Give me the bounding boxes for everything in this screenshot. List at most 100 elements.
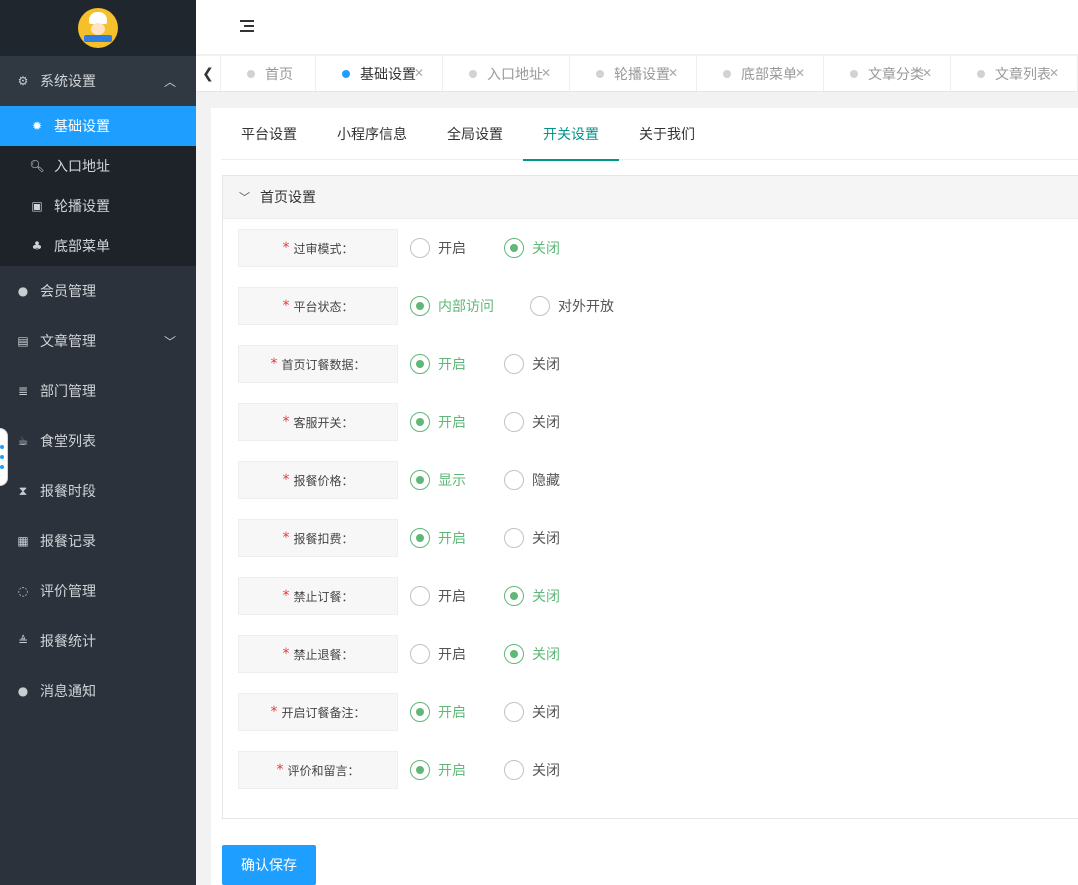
save-button[interactable]: 确认保存 bbox=[222, 845, 316, 885]
setting-label-text: 开启订餐备注： bbox=[281, 705, 366, 720]
setting-label-text: 首页订餐数据： bbox=[281, 357, 366, 372]
subtab-miniprogram[interactable]: 小程序信息 bbox=[317, 108, 427, 160]
radio-label: 开启 bbox=[438, 589, 466, 605]
panel-header[interactable]: ﹀ 首页设置 bbox=[223, 176, 1078, 219]
tab-label: 底部菜单 bbox=[741, 67, 797, 83]
sidebar-item-articles[interactable]: ▤ 文章管理 ﹀ bbox=[0, 316, 196, 366]
radio-option[interactable]: 关闭 bbox=[504, 760, 562, 780]
sidebar-item-meal-stats[interactable]: ≜ 报餐统计 bbox=[0, 616, 196, 666]
setting-row: * 客服开关： 开启 关闭 bbox=[238, 403, 572, 441]
radio-circle-icon bbox=[504, 238, 524, 258]
radio-option[interactable]: 对外开放 bbox=[530, 296, 614, 316]
radio-label: 内部访问 bbox=[438, 299, 494, 315]
sidebar-subitem-bottom-menu[interactable]: ♣ 底部菜单 bbox=[0, 226, 196, 266]
close-icon[interactable]: ✕ bbox=[795, 66, 805, 80]
radio-circle-icon bbox=[410, 238, 430, 258]
subtab-about[interactable]: 关于我们 bbox=[619, 108, 715, 160]
tab-article-list[interactable]: 文章列表 ✕ bbox=[951, 56, 1078, 91]
chevron-left-icon[interactable]: ❮ bbox=[196, 56, 221, 91]
sidebar-item-label: 报餐记录 bbox=[40, 534, 96, 550]
sidebar-item-canteens[interactable]: ☕︎ 食堂列表 bbox=[0, 416, 196, 466]
subtab-switches[interactable]: 开关设置 bbox=[523, 108, 619, 161]
table-icon: ▦ bbox=[17, 534, 29, 548]
radio-option[interactable]: 关闭 bbox=[504, 238, 562, 258]
subtab-platform[interactable]: 平台设置 bbox=[221, 108, 317, 160]
radio-option[interactable]: 关闭 bbox=[504, 586, 562, 606]
sidebar-item-label: 消息通知 bbox=[40, 684, 96, 700]
radio-option[interactable]: 开启 bbox=[410, 528, 468, 548]
tab-label: 文章列表 bbox=[995, 67, 1051, 83]
radio-option[interactable]: 开启 bbox=[410, 238, 468, 258]
cup-icon: ☕︎ bbox=[17, 434, 29, 448]
sidebar-item-reviews[interactable]: ◌ 评价管理 bbox=[0, 566, 196, 616]
radio-option[interactable]: 开启 bbox=[410, 702, 468, 722]
radio-label: 开启 bbox=[438, 357, 466, 373]
tab-bottom-menu[interactable]: 底部菜单 ✕ bbox=[697, 56, 824, 91]
chevron-down-icon: ﹀ bbox=[163, 335, 176, 349]
setting-label-text: 报餐扣费： bbox=[293, 531, 354, 546]
radio-circle-icon bbox=[504, 528, 524, 548]
sidebar-item-meal-periods[interactable]: ⧗ 报餐时段 bbox=[0, 466, 196, 516]
sidebar-item-system-settings[interactable]: ⚙ 系统设置 ︿ bbox=[0, 56, 196, 106]
radio-option[interactable]: 隐藏 bbox=[504, 470, 562, 490]
tab-carousel[interactable]: 轮播设置 ✕ bbox=[570, 56, 697, 91]
panel-title: 首页设置 bbox=[260, 190, 316, 206]
radio-option[interactable]: 开启 bbox=[410, 644, 468, 664]
close-icon[interactable]: ✕ bbox=[922, 66, 932, 80]
tab-article-categories[interactable]: 文章分类 ✕ bbox=[824, 56, 951, 91]
tab-dot bbox=[342, 70, 350, 78]
sitemap-icon: ♣ bbox=[31, 239, 43, 253]
radio-label: 关闭 bbox=[532, 647, 560, 663]
close-icon[interactable]: ✕ bbox=[1049, 66, 1059, 80]
close-icon[interactable]: ✕ bbox=[414, 66, 424, 80]
close-icon[interactable]: ✕ bbox=[668, 66, 678, 80]
sidebar-item-label: 食堂列表 bbox=[40, 434, 96, 450]
subtab-global[interactable]: 全局设置 bbox=[427, 108, 523, 160]
close-icon[interactable]: ✕ bbox=[541, 66, 551, 80]
sidebar-item-departments[interactable]: ≣ 部门管理 bbox=[0, 366, 196, 416]
radio-option[interactable]: 关闭 bbox=[504, 644, 562, 664]
sidebar-item-meal-records[interactable]: ▦ 报餐记录 bbox=[0, 516, 196, 566]
radio-label: 关闭 bbox=[532, 531, 560, 547]
sidebar-item-label: 报餐统计 bbox=[40, 634, 96, 650]
sidebar-item-members[interactable]: ● 会员管理 bbox=[0, 266, 196, 316]
radio-circle-icon bbox=[410, 586, 430, 606]
radio-option[interactable]: 开启 bbox=[410, 586, 468, 606]
radio-option[interactable]: 关闭 bbox=[504, 528, 562, 548]
logo[interactable] bbox=[78, 8, 118, 48]
side-drawer-handle[interactable] bbox=[0, 428, 8, 486]
required-mark: * bbox=[282, 414, 290, 430]
radio-option[interactable]: 显示 bbox=[410, 470, 468, 490]
radio-option[interactable]: 关闭 bbox=[504, 354, 562, 374]
radio-circle-icon bbox=[530, 296, 550, 316]
menu-toggle-icon[interactable] bbox=[240, 20, 254, 32]
radio-option[interactable]: 开启 bbox=[410, 760, 468, 780]
sidebar-subitem-entry-address[interactable]: 🔍︎ 入口地址 bbox=[0, 146, 196, 186]
radio-option[interactable]: 内部访问 bbox=[410, 296, 494, 316]
comment-icon: ◌ bbox=[17, 584, 29, 598]
top-header bbox=[196, 0, 1078, 55]
radio-option[interactable]: 关闭 bbox=[504, 412, 562, 432]
tab-home[interactable]: 首页 bbox=[221, 56, 316, 91]
setting-label: * 评价和留言： bbox=[238, 751, 398, 789]
tab-dot bbox=[596, 70, 604, 78]
required-mark: * bbox=[282, 646, 290, 662]
radio-option[interactable]: 关闭 bbox=[504, 702, 562, 722]
radio-circle-icon bbox=[410, 296, 430, 316]
radio-label: 关闭 bbox=[532, 763, 560, 779]
setting-label: * 禁止订餐： bbox=[238, 577, 398, 615]
sidebar-item-notifications[interactable]: ● 消息通知 bbox=[0, 666, 196, 716]
radio-circle-icon bbox=[410, 702, 430, 722]
radio-option[interactable]: 开启 bbox=[410, 354, 468, 374]
sidebar-subitem-carousel[interactable]: ▣ 轮播设置 bbox=[0, 186, 196, 226]
sidebar: ⚙ 系统设置 ︿ ✹ 基础设置 🔍︎ 入口地址 ▣ 轮播设置 ♣ 底部菜单 ● … bbox=[0, 0, 196, 885]
radio-label: 开启 bbox=[438, 415, 466, 431]
radio-label: 隐藏 bbox=[532, 473, 560, 489]
required-mark: * bbox=[282, 588, 290, 604]
tab-basic-settings[interactable]: 基础设置 ✕ bbox=[316, 56, 443, 91]
sidebar-subitem-basic-settings[interactable]: ✹ 基础设置 bbox=[0, 106, 196, 146]
setting-row: * 评价和留言： 开启 关闭 bbox=[238, 751, 572, 789]
gears-icon: ⚙ bbox=[17, 74, 29, 88]
radio-option[interactable]: 开启 bbox=[410, 412, 468, 432]
tab-entry-address[interactable]: 入口地址 ✕ bbox=[443, 56, 570, 91]
